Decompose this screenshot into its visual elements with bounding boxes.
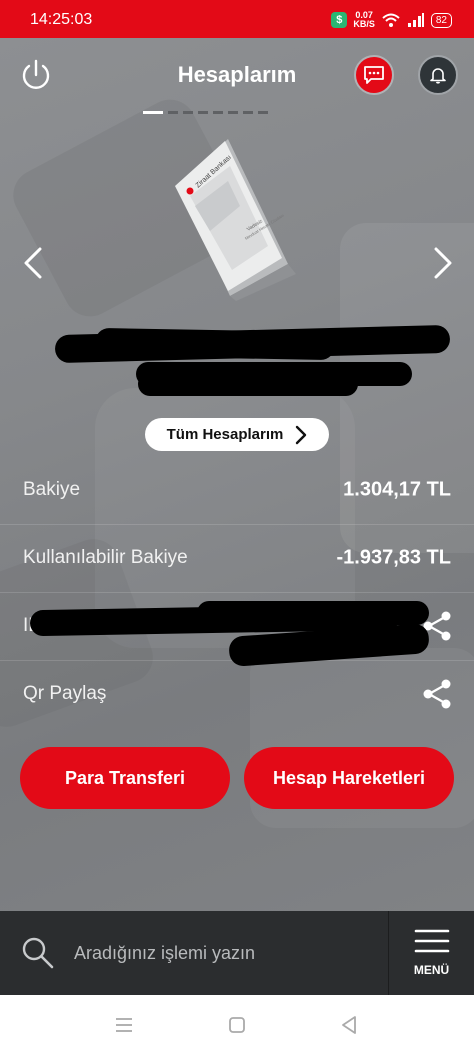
pager-dot — [183, 111, 193, 114]
share-icon[interactable] — [420, 677, 454, 711]
balance-label: Bakiye — [23, 479, 81, 500]
chevron-left-icon — [24, 247, 42, 279]
search-input[interactable]: Aradığınız işlemi yazın — [74, 943, 255, 964]
redacted-iban — [197, 601, 429, 625]
menu-button[interactable]: MENÜ — [389, 911, 474, 995]
account-booklet-image: Ziraat Bankası Vadesiz Mevduat Hesabı Cü… — [175, 139, 296, 301]
pager-dot — [258, 111, 268, 114]
bottom-bar: Aradığınız işlemi yazın MENÜ — [0, 911, 474, 995]
menu-label: MENÜ — [413, 963, 450, 977]
pager-dot-active — [143, 111, 163, 114]
redacted-account-number — [138, 372, 358, 396]
status-time: 14:25:03 — [30, 11, 93, 28]
bell-icon — [430, 68, 446, 84]
qr-share-label: Qr Paylaş — [23, 683, 107, 704]
status-indicators: $ 0.07 KB/S 82 — [331, 9, 452, 31]
qr-share-row[interactable]: Qr Paylaş — [0, 660, 474, 728]
message-icon — [364, 66, 384, 84]
available-balance-value: -1.937,83 TL — [336, 546, 451, 569]
system-navigation-bar — [0, 995, 474, 1053]
app-notification-icon: $ — [331, 12, 348, 28]
all-accounts-button[interactable]: Tüm Hesaplarım — [145, 418, 329, 451]
previous-account-button[interactable] — [20, 243, 48, 283]
back-icon[interactable] — [338, 1014, 360, 1036]
next-account-button[interactable] — [428, 243, 456, 283]
page-title: Hesaplarım — [177, 62, 297, 87]
money-transfer-button[interactable]: Para Transferi — [20, 747, 230, 809]
available-balance-label: Kullanılabilir Bakiye — [23, 547, 188, 568]
messages-button[interactable] — [354, 55, 394, 95]
notifications-button[interactable] — [418, 55, 458, 95]
search-icon[interactable] — [20, 935, 56, 971]
pager-dot — [198, 111, 208, 114]
pager-dot — [243, 111, 253, 114]
chevron-right-icon — [296, 425, 307, 444]
chevron-right-icon — [434, 247, 452, 279]
pager-dot — [213, 111, 223, 114]
recent-apps-icon[interactable] — [113, 1014, 135, 1036]
top-bar: Hesaplarım — [0, 38, 474, 110]
redacted-account-name — [94, 327, 336, 361]
pager-dot — [168, 111, 178, 114]
available-balance-row: Kullanılabilir Bakiye -1.937,83 TL — [0, 524, 474, 593]
network-speed: 0.07 KB/S — [353, 11, 375, 29]
balance-row: Bakiye 1.304,17 TL — [0, 456, 474, 525]
battery-level: 82 — [430, 12, 452, 28]
menu-icon — [414, 929, 450, 953]
signal-icon — [407, 13, 424, 27]
pager-dot — [228, 111, 238, 114]
wifi-icon — [382, 13, 400, 27]
account-history-button[interactable]: Hesap Hareketleri — [244, 747, 454, 809]
status-bar: 14:25:03 $ 0.07 KB/S 82 — [0, 0, 474, 38]
balance-value: 1.304,17 TL — [343, 478, 451, 501]
all-accounts-label: Tüm Hesaplarım — [166, 426, 284, 443]
home-icon[interactable] — [226, 1014, 248, 1036]
account-pager — [143, 111, 268, 114]
accounts-screen: Hesaplarım Ziraat Bankası Vadesiz Mevdua… — [0, 38, 474, 911]
network-speed-unit: KB/S — [353, 19, 375, 29]
